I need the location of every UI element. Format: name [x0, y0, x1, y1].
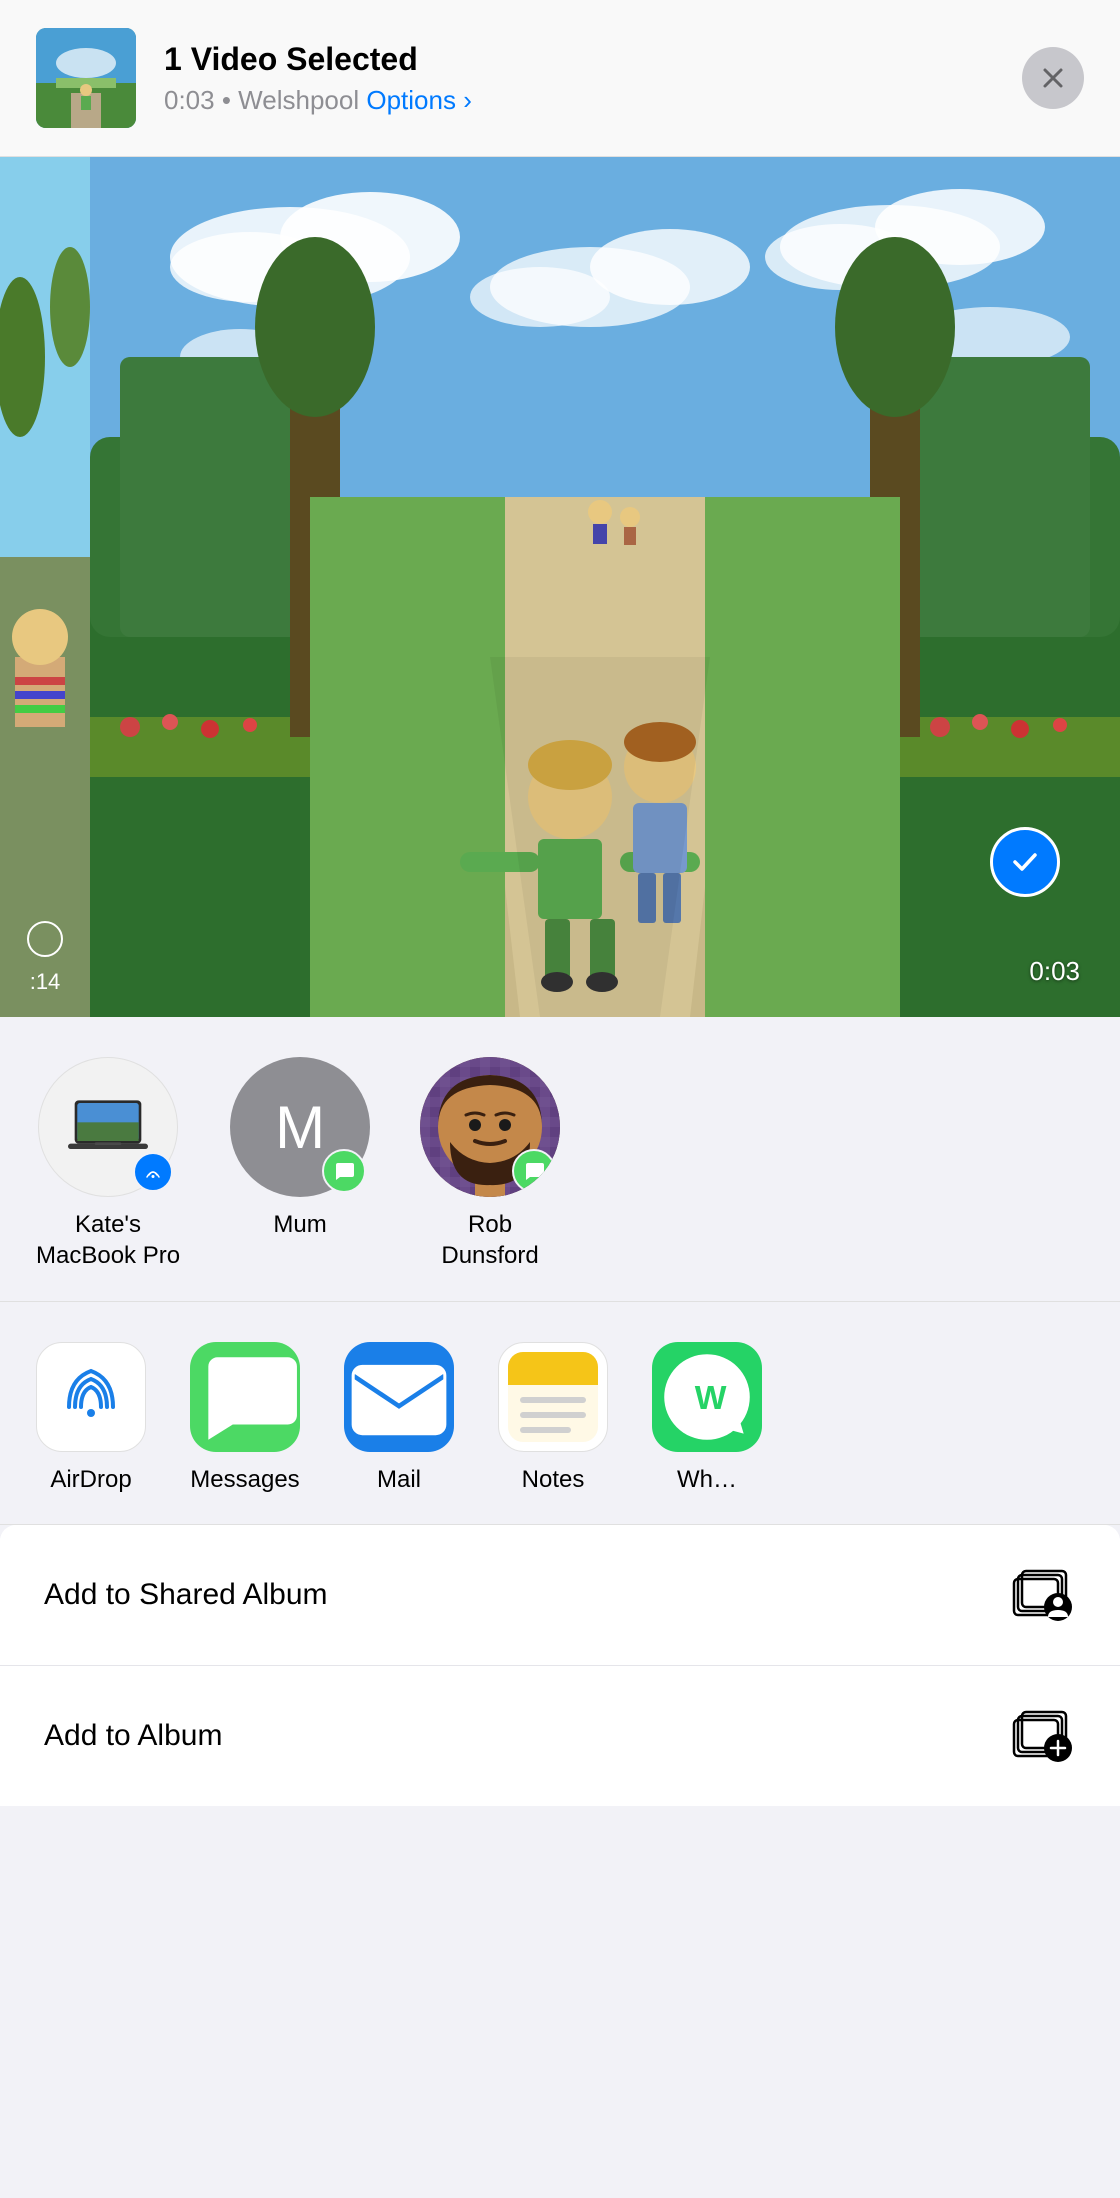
action-add-album-label: Add to Album	[44, 1719, 222, 1753]
options-link[interactable]: Options	[366, 85, 456, 115]
header-duration: 0:03	[164, 85, 215, 115]
person-rob[interactable]: RobDunsford	[420, 1057, 560, 1271]
video-thumbnail	[36, 28, 136, 128]
notes-app-icon	[498, 1342, 608, 1452]
header-info: 1 Video Selected 0:03 • Welshpool Option…	[164, 40, 1022, 115]
main-photo[interactable]: 0:03	[90, 157, 1120, 1017]
messages-app-icon	[190, 1342, 300, 1452]
app-label-airdrop: AirDrop	[50, 1466, 131, 1494]
people-row: Kate'sMacBook Pro M Mum	[36, 1057, 1084, 1271]
shared-album-icon-wrap	[1012, 1563, 1076, 1627]
add-album-icon	[1012, 1704, 1076, 1768]
message-badge-mum	[322, 1149, 366, 1193]
shared-album-icon	[1012, 1563, 1076, 1627]
person-kates-macbook[interactable]: Kate'sMacBook Pro	[36, 1057, 180, 1271]
apps-row: AirDrop Messages Mail	[36, 1342, 1084, 1494]
header-location: Welshpool	[238, 85, 359, 115]
unselected-circle	[27, 921, 63, 957]
options-chevron: ›	[463, 85, 472, 115]
app-messages[interactable]: Messages	[190, 1342, 300, 1494]
app-label-notes: Notes	[522, 1466, 585, 1494]
avatar-device	[38, 1057, 178, 1197]
add-album-icon-wrap	[1012, 1704, 1076, 1768]
app-airdrop[interactable]: AirDrop	[36, 1342, 146, 1494]
close-button[interactable]	[1022, 47, 1084, 109]
avatar-initial-letter: M	[275, 1093, 325, 1162]
mail-icon	[344, 1342, 454, 1452]
person-name-mum: Mum	[273, 1209, 326, 1240]
message-badge-rob	[512, 1149, 556, 1193]
action-add-album[interactable]: Add to Album	[0, 1666, 1120, 1806]
close-icon	[1039, 64, 1067, 92]
whatsapp-icon: W	[652, 1342, 762, 1452]
selected-check	[990, 827, 1060, 897]
avatar-rob	[420, 1057, 560, 1197]
person-mum[interactable]: M Mum	[230, 1057, 370, 1271]
airdrop-badge	[133, 1152, 173, 1192]
share-header: 1 Video Selected 0:03 • Welshpool Option…	[0, 0, 1120, 157]
mail-app-icon	[344, 1342, 454, 1452]
notes-icon	[499, 1343, 607, 1451]
action-shared-album-label: Add to Shared Album	[44, 1578, 328, 1612]
app-notes[interactable]: Notes	[498, 1342, 608, 1494]
apps-section: AirDrop Messages Mail	[0, 1302, 1120, 1525]
whatsapp-app-icon: W	[652, 1342, 762, 1452]
macbook-icon	[68, 1097, 148, 1157]
person-name-kates-macbook: Kate'sMacBook Pro	[36, 1209, 180, 1271]
avatar-mum: M	[230, 1057, 370, 1197]
header-meta: 0:03 • Welshpool Options ›	[164, 85, 1022, 116]
app-label-mail: Mail	[377, 1466, 421, 1494]
person-name-rob: RobDunsford	[441, 1209, 538, 1271]
app-mail[interactable]: Mail	[344, 1342, 454, 1494]
photo-strip: :14	[0, 157, 1120, 1017]
airdrop-icon	[55, 1361, 127, 1433]
side-duration: :14	[0, 969, 90, 995]
airdrop-app-icon	[36, 1342, 146, 1452]
actions-section: Add to Shared Album Add to Album	[0, 1525, 1120, 1806]
header-title: 1 Video Selected	[164, 40, 1022, 78]
people-section: Kate'sMacBook Pro M Mum	[0, 1017, 1120, 1302]
app-label-messages: Messages	[190, 1466, 299, 1494]
messages-icon	[190, 1342, 300, 1452]
video-duration: 0:03	[1029, 956, 1080, 987]
side-photo[interactable]: :14	[0, 157, 90, 1017]
app-label-whatsapp: Wh…	[677, 1466, 737, 1494]
app-whatsapp[interactable]: W Wh…	[652, 1342, 762, 1494]
action-add-shared-album[interactable]: Add to Shared Album	[0, 1525, 1120, 1666]
svg-text:W: W	[695, 1381, 727, 1418]
